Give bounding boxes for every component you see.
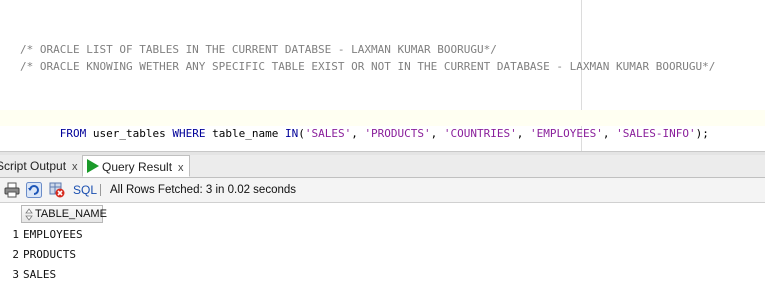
keyword-in: IN [284, 127, 299, 140]
row-number[interactable]: 1 [0, 228, 19, 241]
tab-script-output-label: Script Output [0, 159, 67, 173]
keyword-where: WHERE [172, 127, 206, 140]
results-toolbar: SQL All Rows Fetched: 3 in 0.02 seconds [0, 178, 765, 203]
run-query-icon [87, 159, 99, 173]
results-tab-bar: Script Output x Query Result x [0, 155, 765, 178]
comma: , [516, 127, 531, 140]
string-countries: 'COUNTRIES' [443, 127, 517, 140]
print-icon[interactable] [4, 182, 20, 198]
table-cell[interactable]: EMPLOYEES [23, 228, 83, 241]
column-header-label: TABLE_NAME [35, 208, 107, 220]
identifier-table-name-2: table_name [205, 127, 285, 140]
comma: , [430, 127, 444, 140]
string-sales-info: 'SALES-INFO' [616, 127, 696, 140]
tab-query-result[interactable]: Query Result x [82, 155, 190, 177]
code-line-select[interactable]: SELECT table_name [20, 93, 160, 123]
string-sales: 'SALES' [304, 127, 352, 140]
table-cell[interactable]: SALES [23, 268, 56, 281]
keyword-from: FROM [46, 127, 87, 140]
tab-script-output[interactable]: Script Output x [0, 155, 79, 177]
toolbar-divider [100, 184, 101, 196]
code-line-comment-2[interactable]: /* ORACLE KNOWING WETHER ANY SPECIFIC TA… [20, 59, 715, 75]
comma: , [351, 127, 365, 140]
tab-query-result-label: Query Result [102, 160, 173, 174]
paren-close-semicolon: ); [695, 127, 709, 140]
row-number[interactable]: 3 [0, 268, 19, 281]
sql-link[interactable]: SQL [73, 178, 97, 202]
refresh-icon[interactable] [26, 182, 42, 198]
string-products: 'PRODUCTS' [364, 127, 431, 140]
sort-icon[interactable] [25, 208, 33, 221]
table-cell[interactable]: PRODUCTS [23, 248, 76, 261]
string-employees: 'EMPLOYEES' [530, 127, 603, 140]
close-icon[interactable]: x [178, 162, 184, 174]
code-line-from[interactable]: FROM user_tables WHERE table_name IN('SA… [0, 110, 765, 140]
column-header-table-name[interactable]: TABLE_NAME [21, 205, 107, 223]
results-grid: TABLE_NAME 1 EMPLOYEES 2 PRODUCTS 3 SALE… [0, 203, 765, 298]
close-icon[interactable]: x [72, 161, 78, 173]
fetch-status-text: All Rows Fetched: 3 in 0.02 seconds [110, 184, 297, 196]
sql-editor[interactable]: /* ORACLE LIST OF TABLES IN THE CURRENT … [0, 0, 765, 151]
cancel-query-icon[interactable] [49, 182, 65, 198]
code-line-comment-1[interactable]: /* ORACLE LIST OF TABLES IN THE CURRENT … [20, 42, 497, 58]
identifier-user-tables: user_tables [86, 127, 173, 140]
row-number[interactable]: 2 [0, 248, 19, 261]
comma: , [602, 127, 617, 140]
paren-open: ( [298, 127, 305, 140]
